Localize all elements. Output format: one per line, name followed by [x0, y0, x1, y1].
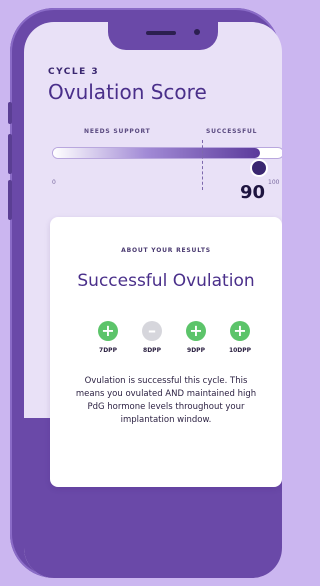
scale-low-label: NEEDS SUPPORT: [84, 128, 151, 135]
score-indicator-knob: [250, 159, 268, 177]
speaker-icon: [146, 31, 176, 35]
scale-min-label: 0: [52, 179, 56, 186]
day-result-8dpp: – 8DPP: [134, 321, 170, 354]
page-title: Ovulation Score: [48, 80, 207, 104]
day-label: 7DPP: [99, 347, 117, 354]
day-result-10dpp: + 10DPP: [222, 321, 258, 354]
score-value: 90: [240, 182, 266, 203]
phone-screen: CYCLE 3 Ovulation Score NEEDS SUPPORT SU…: [24, 22, 282, 578]
scale-max-label: 100: [268, 179, 280, 186]
day-label: 10DPP: [228, 347, 252, 354]
card-eyebrow: ABOUT YOUR RESULTS: [121, 247, 211, 254]
minus-circle-icon: –: [142, 321, 162, 341]
scale-high-label: SUCCESSFUL: [206, 128, 258, 135]
plus-circle-icon: +: [98, 321, 118, 341]
card-title: Successful Ovulation: [77, 271, 255, 291]
results-card: ABOUT YOUR RESULTS Successful Ovulation …: [50, 217, 282, 487]
score-track: [52, 147, 282, 159]
day-label: 8DPP: [143, 347, 161, 354]
phone-volume-button: [8, 180, 12, 220]
day-result-9dpp: + 9DPP: [178, 321, 214, 354]
plus-circle-icon: +: [186, 321, 206, 341]
camera-icon: [194, 29, 200, 35]
day-label: 9DPP: [187, 347, 205, 354]
threshold-marker: [202, 140, 203, 190]
plus-circle-icon: +: [230, 321, 250, 341]
phone-frame: CYCLE 3 Ovulation Score NEEDS SUPPORT SU…: [8, 8, 282, 578]
phone-side-button: [8, 102, 12, 124]
card-body-text: Ovulation is successful this cycle. This…: [75, 376, 257, 425]
phone-volume-button: [8, 134, 12, 174]
score-track-fill: [53, 148, 260, 158]
cycle-label: CYCLE 3: [48, 67, 100, 77]
phone-notch: [108, 22, 218, 50]
day-result-7dpp: + 7DPP: [90, 321, 126, 354]
